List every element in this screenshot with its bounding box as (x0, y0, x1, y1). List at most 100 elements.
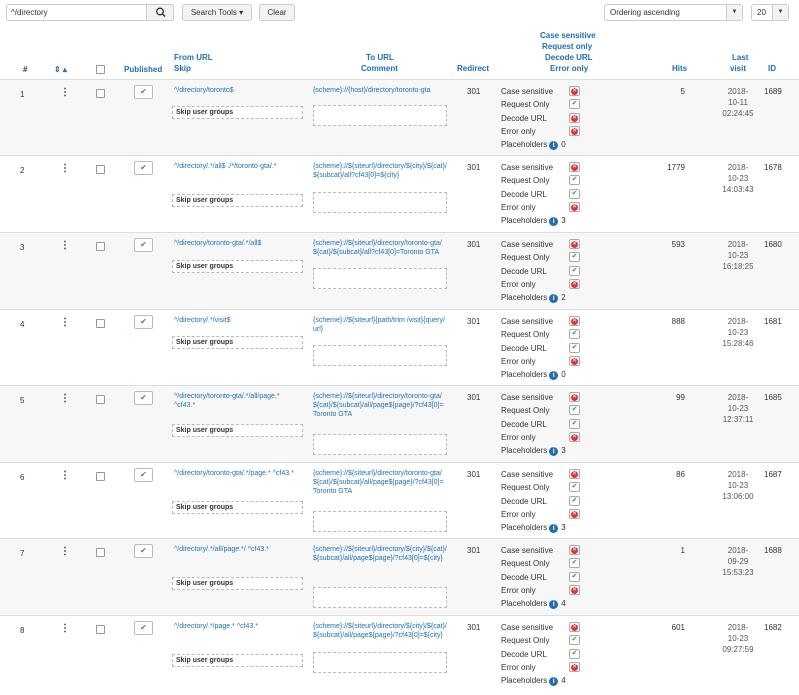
published-toggle[interactable]: ✔ (134, 391, 153, 405)
comment-field[interactable] (313, 511, 447, 532)
skip-user-groups-field[interactable]: Skip user groups (172, 260, 303, 273)
row-checkbox[interactable] (96, 395, 105, 404)
row-checkbox[interactable] (96, 625, 105, 634)
row-checkbox[interactable] (96, 165, 105, 174)
skip-user-groups-field[interactable]: Skip user groups (172, 106, 303, 119)
col-error-only[interactable]: Error only (550, 63, 588, 74)
check-icon[interactable]: ✔ (569, 265, 580, 276)
cross-icon[interactable]: ✕ (569, 201, 580, 212)
cross-icon[interactable]: ✕ (569, 86, 580, 96)
from-url-link[interactable]: ^/directory/toronto-gta/.*/page.* ^cf43.… (174, 469, 302, 478)
check-icon[interactable]: ✔ (569, 188, 580, 199)
from-url-link[interactable]: ^/directory/.*/visit$ (174, 316, 302, 325)
check-icon[interactable]: ✔ (569, 329, 580, 340)
info-icon[interactable]: i (549, 446, 559, 456)
comment-field[interactable] (313, 652, 447, 673)
select-all-checkbox[interactable] (96, 65, 105, 74)
row-checkbox[interactable] (96, 319, 105, 328)
published-toggle[interactable]: ✔ (134, 85, 153, 99)
skip-user-groups-field[interactable]: Skip user groups (172, 336, 303, 349)
published-toggle[interactable]: ✔ (134, 315, 153, 329)
col-to-url[interactable]: To URL (366, 52, 394, 63)
col-last-visit-2[interactable]: visit (730, 63, 746, 74)
search-tools-button[interactable]: Search Tools ▾ (182, 4, 252, 21)
cross-icon[interactable]: ✕ (569, 622, 580, 632)
skip-user-groups-field[interactable]: Skip user groups (172, 424, 303, 437)
drag-handle-icon[interactable]: ⋮ (60, 240, 70, 251)
col-from-url[interactable]: From URL (174, 52, 213, 63)
clear-button[interactable]: Clear (259, 4, 295, 21)
info-icon[interactable]: i (549, 293, 559, 303)
published-toggle[interactable]: ✔ (134, 161, 153, 175)
cross-icon[interactable]: ✕ (569, 508, 580, 519)
comment-field[interactable] (313, 345, 447, 366)
check-icon[interactable]: ✔ (569, 418, 580, 429)
cross-icon[interactable]: ✕ (569, 125, 580, 136)
col-published[interactable]: Published (124, 64, 162, 75)
cross-icon[interactable]: ✕ (569, 162, 580, 172)
published-toggle[interactable]: ✔ (134, 238, 153, 252)
info-icon[interactable]: i (549, 370, 559, 380)
col-ordering[interactable]: ⇕ ▴ (54, 64, 67, 75)
row-checkbox[interactable] (96, 472, 105, 481)
check-icon[interactable]: ✔ (569, 405, 580, 416)
cross-icon[interactable]: ✕ (569, 239, 580, 249)
check-icon[interactable]: ✔ (569, 175, 580, 186)
limit-select[interactable]: 20 ▼ (751, 4, 789, 21)
from-url-link[interactable]: ^/directory/.*/all/page.*/ ^cf43.* (174, 545, 302, 554)
search-input[interactable] (6, 4, 146, 21)
col-skip[interactable]: Skip (174, 63, 191, 74)
row-checkbox[interactable] (96, 548, 105, 557)
row-checkbox[interactable] (96, 242, 105, 251)
col-id[interactable]: ID (768, 63, 776, 74)
col-comment[interactable]: Comment (361, 63, 398, 74)
from-url-link[interactable]: ^/directory/.*/all$ ./*/toronto-gta/.* (174, 162, 302, 171)
info-icon[interactable]: i (549, 523, 559, 533)
from-url-link[interactable]: ^/directory/toronto$ (174, 86, 302, 95)
col-hits[interactable]: Hits (672, 63, 687, 74)
to-url-link[interactable]: {scheme}://${siteurl}{path/trim /visit}{… (313, 316, 447, 334)
skip-user-groups-field[interactable]: Skip user groups (172, 501, 303, 514)
comment-field[interactable] (313, 434, 447, 455)
drag-handle-icon[interactable]: ⋮ (60, 470, 70, 481)
col-case-sensitive[interactable]: Case sensitive (540, 30, 596, 41)
to-url-link[interactable]: {scheme}://${siteurl}/directory/toronto-… (313, 392, 447, 419)
check-icon[interactable]: ✔ (569, 252, 580, 263)
info-icon[interactable]: i (549, 599, 559, 609)
to-url-link[interactable]: {scheme}://{host}/directory/toronto-gta (313, 86, 447, 95)
from-url-link[interactable]: ^/directory/toronto-gta/.*/all/page.* ^c… (174, 392, 302, 410)
drag-handle-icon[interactable]: ⋮ (60, 163, 70, 174)
cross-icon[interactable]: ✕ (569, 392, 580, 402)
ordering-select[interactable]: Ordering ascending ▼ (604, 4, 743, 21)
drag-handle-icon[interactable]: ⋮ (60, 623, 70, 634)
cross-icon[interactable]: ✕ (569, 469, 580, 479)
comment-field[interactable] (313, 268, 447, 289)
col-redirect[interactable]: Redirect (457, 63, 489, 74)
comment-field[interactable] (313, 105, 447, 126)
cross-icon[interactable]: ✕ (569, 661, 580, 672)
from-url-link[interactable]: ^/directory/toronto-gta/.*/all$ (174, 239, 302, 248)
check-icon[interactable]: ✔ (569, 482, 580, 493)
from-url-link[interactable]: ^/directory/.*/page.* ^cf43.* (174, 622, 302, 631)
published-toggle[interactable]: ✔ (134, 468, 153, 482)
cross-icon[interactable]: ✕ (569, 278, 580, 289)
cross-icon[interactable]: ✕ (569, 584, 580, 595)
cross-icon[interactable]: ✕ (569, 431, 580, 442)
comment-field[interactable] (313, 192, 447, 213)
published-toggle[interactable]: ✔ (134, 544, 153, 558)
skip-user-groups-field[interactable]: Skip user groups (172, 194, 303, 207)
to-url-link[interactable]: {scheme}://${siteurl}/directory/toronto-… (313, 239, 447, 257)
to-url-link[interactable]: {scheme}://${siteurl}/directory/${city}/… (313, 162, 447, 180)
check-icon[interactable]: ✔ (569, 571, 580, 582)
check-icon[interactable]: ✔ (569, 648, 580, 659)
to-url-link[interactable]: {scheme}://${siteurl}/directory/toronto-… (313, 469, 447, 496)
row-checkbox[interactable] (96, 89, 105, 98)
published-toggle[interactable]: ✔ (134, 621, 153, 635)
cross-icon[interactable]: ✕ (569, 316, 580, 326)
drag-handle-icon[interactable]: ⋮ (60, 393, 70, 404)
search-button[interactable] (146, 4, 174, 21)
drag-handle-icon[interactable]: ⋮ (60, 317, 70, 328)
check-icon[interactable]: ✔ (569, 342, 580, 353)
check-icon[interactable]: ✔ (569, 635, 580, 646)
cross-icon[interactable]: ✕ (569, 112, 580, 123)
